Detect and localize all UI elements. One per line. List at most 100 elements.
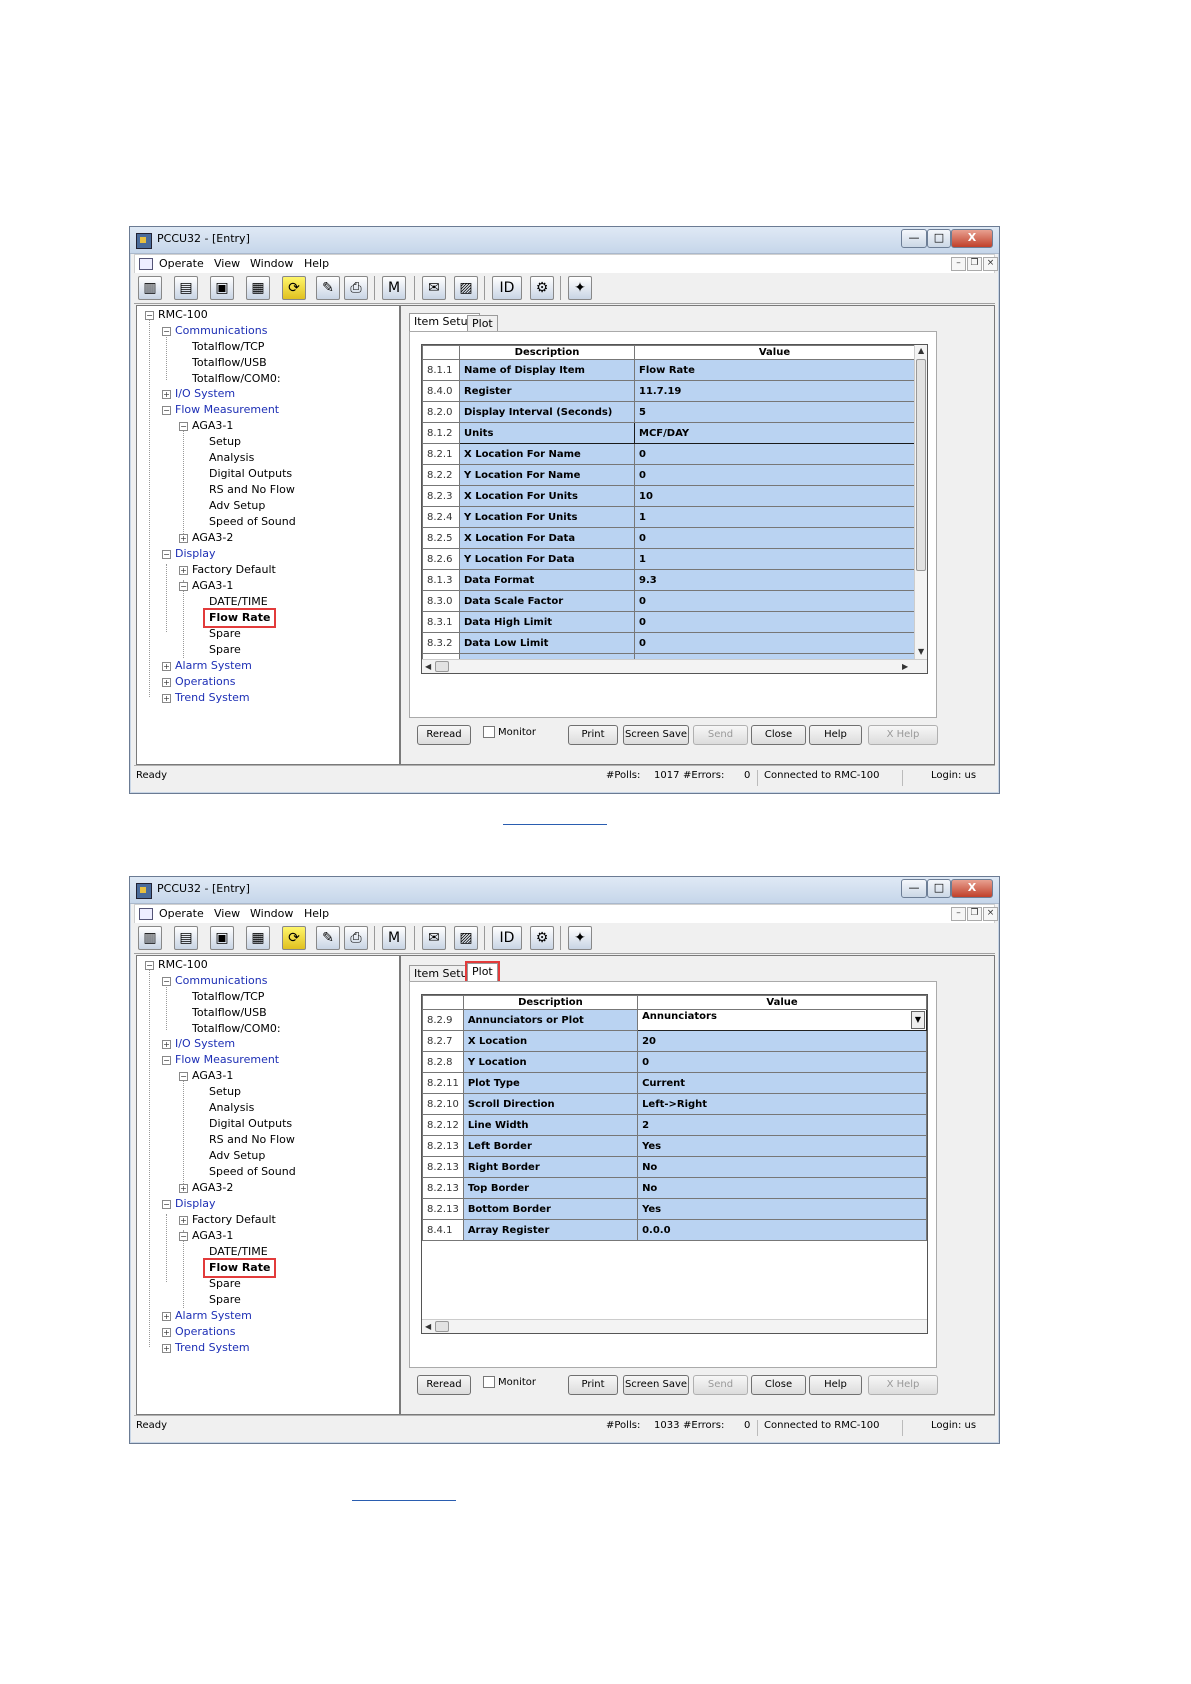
expand-icon[interactable]: + (162, 694, 171, 703)
row-value[interactable]: Yes (637, 1198, 927, 1220)
collapse-icon[interactable]: − (179, 1072, 188, 1081)
row-value[interactable]: 0 (634, 632, 915, 654)
menu-operate[interactable]: Operate (159, 907, 204, 920)
expand-icon[interactable]: + (162, 1328, 171, 1337)
table-row[interactable]: 8.2.12 Line Width 2 (422, 1114, 927, 1136)
collapse-icon[interactable]: − (179, 582, 188, 591)
column-header-value[interactable]: Value (634, 345, 915, 360)
mdi-close-button[interactable]: × (983, 907, 998, 921)
screen-save-button[interactable]: Screen Save (623, 1375, 689, 1395)
collapse-icon[interactable]: − (162, 550, 171, 559)
refresh-icon[interactable]: ⟳ (282, 276, 306, 300)
reread-button[interactable]: Reread (417, 725, 471, 745)
calendar-icon[interactable]: ▦ (246, 926, 270, 950)
tree-aga-adv-setup[interactable]: Adv Setup (209, 499, 265, 513)
entry-icon[interactable]: ▤ (174, 276, 198, 300)
entry-icon[interactable]: ▤ (174, 926, 198, 950)
table-row[interactable]: 8.2.5 X Location For Data 0 (422, 527, 915, 549)
menu-operate[interactable]: Operate (159, 257, 204, 270)
tree-root[interactable]: RMC-100 (158, 958, 208, 972)
row-value[interactable]: 0 (637, 1051, 927, 1073)
table-row[interactable]: 8.1.3 Data Format 9.3 (422, 569, 915, 591)
expand-icon[interactable]: + (162, 678, 171, 687)
row-value[interactable]: 1 (634, 548, 915, 570)
mdi-restore-button[interactable]: ❐ (967, 907, 982, 921)
menu-help[interactable]: Help (304, 907, 329, 920)
minimize-button[interactable]: — (901, 879, 927, 898)
scroll-up-icon[interactable]: ▲ (918, 346, 924, 355)
row-value-dropdown[interactable]: ▼ Annunciators (637, 1009, 927, 1031)
scroll-down-icon[interactable]: ▼ (918, 647, 924, 656)
checkbox-box[interactable] (483, 726, 495, 738)
tree-comm-tcp[interactable]: Totalflow/TCP (192, 990, 264, 1004)
row-value[interactable]: 0 (634, 590, 915, 612)
row-value[interactable]: 2 (637, 1114, 927, 1136)
table-row[interactable]: 8.2.13 Right Border No (422, 1156, 927, 1178)
help-button[interactable]: Help (809, 725, 862, 745)
table-row[interactable]: 8.3.0 Data Scale Factor 0 (422, 590, 915, 612)
row-value[interactable]: MCF/DAY (634, 422, 915, 444)
send-button[interactable]: Send (693, 1375, 748, 1395)
table-row[interactable]: 8.2.6 Y Location For Data 1 (422, 548, 915, 570)
tree-spare-2[interactable]: Spare (209, 643, 241, 657)
table-row[interactable]: 8.4.0 Register 11.7.19 (422, 380, 915, 402)
tree-trend-system[interactable]: Trend System (175, 691, 250, 705)
table-row[interactable]: 8.2.9 Annunciators or Plot ▼ Annunciators (422, 1009, 927, 1031)
tree-aga-adv-setup[interactable]: Adv Setup (209, 1149, 265, 1163)
collapse-icon[interactable]: − (145, 311, 154, 320)
close-button[interactable]: Close (751, 1375, 806, 1395)
tree-display[interactable]: Display (175, 1197, 216, 1211)
menu-window[interactable]: Window (250, 907, 293, 920)
tree-aga3-2[interactable]: AGA3-2 (192, 531, 233, 545)
mdi-minimize-button[interactable]: – (951, 907, 966, 921)
tools-icon[interactable]: ✎ (316, 276, 340, 300)
expand-icon[interactable]: + (162, 1312, 171, 1321)
tree-datetime[interactable]: DATE/TIME (209, 595, 268, 609)
horizontal-scrollbar[interactable]: ◀ (422, 1319, 927, 1333)
table-row[interactable]: 8.2.4 Y Location For Units 1 (422, 506, 915, 528)
tree-comm-usb[interactable]: Totalflow/USB (192, 356, 267, 370)
tree-aga-rs-no-flow[interactable]: RS and No Flow (209, 1133, 295, 1147)
row-value[interactable]: Current (637, 1072, 927, 1094)
expand-icon[interactable]: + (162, 390, 171, 399)
help-book-icon[interactable]: ✦ (568, 276, 592, 300)
row-value[interactable]: 11.7.19 (634, 380, 915, 402)
expand-icon[interactable]: + (179, 1184, 188, 1193)
tree-alarm-system[interactable]: Alarm System (175, 1309, 252, 1323)
tree-factory-default[interactable]: Factory Default (192, 1213, 276, 1227)
monitor-checkbox[interactable]: Monitor (483, 1376, 536, 1390)
reread-button[interactable]: Reread (417, 1375, 471, 1395)
checkbox-box[interactable] (483, 1376, 495, 1388)
tree-aga3-1[interactable]: AGA3-1 (192, 1069, 233, 1083)
row-value[interactable]: 0 (634, 443, 915, 465)
send-button[interactable]: Send (693, 725, 748, 745)
close-window-button[interactable]: X (951, 879, 993, 898)
tree-factory-default[interactable]: Factory Default (192, 563, 276, 577)
xhelp-button[interactable]: X Help (868, 1375, 938, 1395)
column-header-value[interactable]: Value (637, 995, 927, 1010)
tree-flow-measurement[interactable]: Flow Measurement (175, 403, 279, 417)
scroll-right-icon[interactable]: ▶ (902, 662, 908, 671)
row-value[interactable]: Yes (637, 1135, 927, 1157)
tree-display-aga3-1[interactable]: AGA3-1 (192, 579, 233, 593)
notes-icon[interactable]: ✉ (422, 926, 446, 950)
expand-icon[interactable]: + (162, 1344, 171, 1353)
table-row[interactable]: 8.2.13 Left Border Yes (422, 1135, 927, 1157)
tree-flow-rate[interactable]: Flow Rate (202, 608, 277, 628)
tree-comm-tcp[interactable]: Totalflow/TCP (192, 340, 264, 354)
horizontal-scrollbar[interactable]: ◀ ▶ (422, 659, 927, 673)
expand-icon[interactable]: + (179, 566, 188, 575)
column-header-description[interactable]: Description (459, 345, 635, 360)
tree-aga-speed-of-sound[interactable]: Speed of Sound (209, 1165, 296, 1179)
modbus-icon[interactable]: M (382, 926, 406, 950)
tree-comm-com0[interactable]: Totalflow/COM0: (192, 372, 281, 386)
station-icon[interactable]: ▥ (138, 926, 162, 950)
collapse-icon[interactable]: − (179, 422, 188, 431)
setup-icon[interactable]: ⚙ (530, 276, 554, 300)
menu-window[interactable]: Window (250, 257, 293, 270)
scroll-left-icon[interactable]: ◀ (425, 1322, 431, 1331)
scroll-thumb[interactable] (916, 359, 926, 571)
tree-io-system[interactable]: I/O System (175, 1037, 235, 1051)
table-row[interactable]: 8.2.7 X Location 20 (422, 1030, 927, 1052)
tree-trend-system[interactable]: Trend System (175, 1341, 250, 1355)
